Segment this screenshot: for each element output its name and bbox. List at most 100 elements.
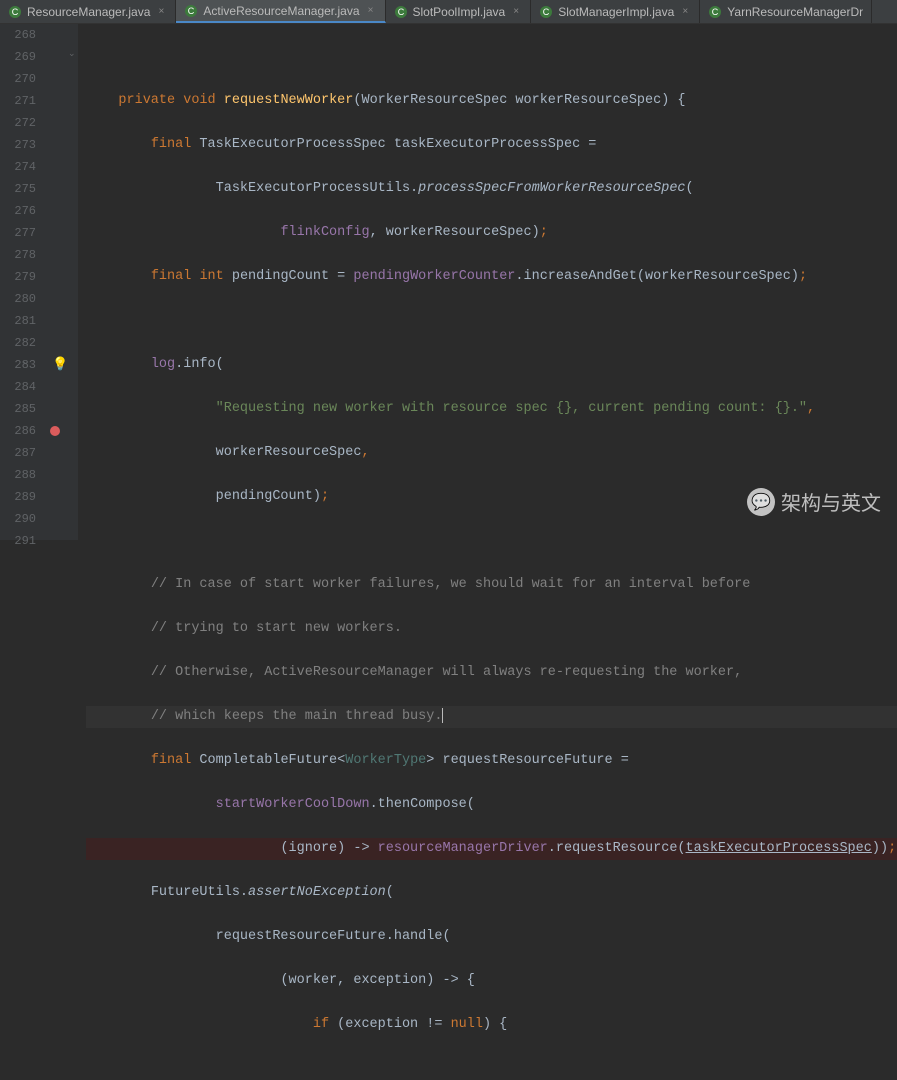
fold-icon[interactable]: ⌄ [22, 357, 36, 371]
tab-resourcemanager[interactable]: C ResourceManager.java × [0, 0, 176, 23]
line-number: 282 [0, 332, 36, 354]
line-number: 272 [0, 112, 36, 134]
intention-bulb-icon[interactable]: 💡 [52, 357, 66, 371]
line-number: 289 [0, 486, 36, 508]
text-cursor [442, 708, 443, 723]
method-call: .thenCompose( [370, 797, 475, 812]
tab-label: YarnResourceManagerDr [727, 5, 863, 19]
method-call: .requestResource( [548, 841, 686, 856]
line-number: 286 [0, 420, 36, 442]
svg-text:C: C [12, 7, 19, 17]
code-text: pendingCount) [216, 489, 321, 504]
java-class-icon: C [394, 5, 408, 19]
code-text: requestResourceFuture.handle( [216, 929, 451, 944]
comma: , [361, 445, 369, 460]
field: pendingWorkerCounter [353, 269, 515, 284]
watermark-text: 架构与英文 [781, 487, 881, 516]
comment: // Otherwise, ActiveResourceManager will… [151, 665, 742, 680]
line-number: 273 [0, 134, 36, 156]
line-number: 277 [0, 222, 36, 244]
tab-label: ResourceManager.java [27, 5, 150, 19]
code-text: workerResourceSpec [216, 445, 362, 460]
java-class-icon: C [184, 4, 198, 18]
tab-slotmanagerimpl[interactable]: C SlotManagerImpl.java × [531, 0, 700, 23]
keyword: int [199, 269, 223, 284]
line-number: 291 [0, 530, 36, 552]
keyword: void [183, 93, 215, 108]
java-class-icon: C [539, 5, 553, 19]
semicolon: ; [321, 489, 329, 504]
paren: ( [686, 181, 694, 196]
watermark: 💬 架构与英文 [747, 487, 881, 516]
breakpoint-icon[interactable] [50, 426, 60, 436]
svg-text:C: C [543, 7, 550, 17]
line-number: 275 [0, 178, 36, 200]
code-text: (exception != [329, 1017, 451, 1032]
line-number: 278 [0, 244, 36, 266]
line-number-gutter: 2682692702712722732742752762772782792802… [0, 24, 46, 540]
lambda: (ignore) -> [280, 841, 377, 856]
static-method: processSpecFromWorkerResourceSpec [418, 181, 685, 196]
svg-text:C: C [188, 6, 195, 16]
code-text: CompletableFuture< [191, 753, 345, 768]
keyword: final [151, 137, 192, 152]
code-text: , workerResourceSpec) [370, 225, 540, 240]
paren: ( [386, 885, 394, 900]
close-icon[interactable]: × [155, 6, 167, 18]
line-number: 271 [0, 90, 36, 112]
line-number: 281 [0, 310, 36, 332]
java-class-icon: C [708, 5, 722, 19]
code-text: pendingCount = [224, 269, 354, 284]
comma: , [807, 401, 815, 416]
code-content[interactable]: private void requestNewWorker(WorkerReso… [78, 24, 897, 540]
code-text: ) { [483, 1017, 507, 1032]
class-ref: TaskExecutorProcessUtils. [216, 181, 419, 196]
line-number: 287 [0, 442, 36, 464]
line-number: 274 [0, 156, 36, 178]
method-call: .info( [175, 357, 224, 372]
keyword: if [313, 1017, 329, 1032]
close-icon[interactable]: × [510, 6, 522, 18]
line-number: 279 [0, 266, 36, 288]
comment: // which keeps the main thread busy. [151, 709, 443, 724]
keyword: final [151, 269, 192, 284]
close-icon[interactable]: × [679, 6, 691, 18]
tab-label: SlotPoolImpl.java [413, 5, 506, 19]
line-number: 284 [0, 376, 36, 398]
comment: // In case of start worker failures, we … [151, 577, 751, 592]
params: (WorkerResourceSpec workerResourceSpec) … [353, 93, 685, 108]
tab-yarnresourcemanager[interactable]: C YarnResourceManagerDr [700, 0, 872, 23]
tab-slotpoolimpl[interactable]: C SlotPoolImpl.java × [386, 0, 532, 23]
line-number: 269 [0, 46, 36, 68]
tab-label: ActiveResourceManager.java [203, 4, 359, 18]
line-number: 270 [0, 68, 36, 90]
line-number: 268 [0, 24, 36, 46]
null-keyword: null [451, 1017, 483, 1032]
svg-text:C: C [712, 7, 719, 17]
method-name: requestNewWorker [224, 93, 354, 108]
field: flinkConfig [280, 225, 369, 240]
param-ref: taskExecutorProcessSpec [686, 841, 872, 856]
field: log [151, 357, 175, 372]
string-literal: "Requesting new worker with resource spe… [216, 401, 807, 416]
static-method: assertNoException [248, 885, 386, 900]
code-text: > requestResourceFuture = [426, 753, 629, 768]
semicolon: ; [888, 841, 896, 856]
comment: // trying to start new workers. [151, 621, 402, 636]
line-number: 280 [0, 288, 36, 310]
line-number: 276 [0, 200, 36, 222]
code-text: TaskExecutorProcessSpec taskExecutorProc… [191, 137, 596, 152]
java-class-icon: C [8, 5, 22, 19]
generic-type: WorkerType [345, 753, 426, 768]
line-number: 285 [0, 398, 36, 420]
code-text: )) [872, 841, 888, 856]
code-text: (worker, exception) -> { [280, 973, 474, 988]
method-call: .increaseAndGet(workerResourceSpec) [515, 269, 799, 284]
tab-activeresourcemanager[interactable]: C ActiveResourceManager.java × [176, 0, 385, 23]
semicolon: ; [540, 225, 548, 240]
editor-area[interactable]: 2682692702712722732742752762772782792802… [0, 24, 897, 540]
line-number: 288 [0, 464, 36, 486]
close-icon[interactable]: × [365, 5, 377, 17]
wechat-icon: 💬 [747, 488, 775, 516]
line-number: 290 [0, 508, 36, 530]
